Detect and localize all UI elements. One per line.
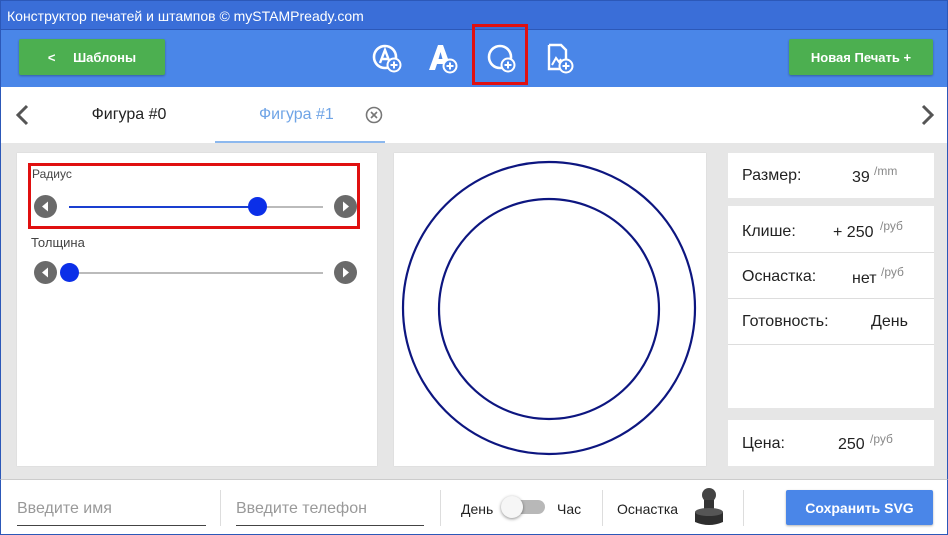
equipment-option-label: Оснастка — [617, 501, 679, 517]
details-card: Клише: + 250 /руб Оснастка: нет /руб Гот… — [728, 206, 934, 408]
thickness-slider-thumb[interactable] — [60, 263, 79, 282]
triangle-right-icon — [343, 267, 349, 278]
size-card: Размер: 39 /mm — [728, 153, 934, 198]
thickness-increase-button[interactable] — [334, 261, 357, 284]
toggle-hour-label: Час — [557, 501, 582, 517]
divider — [220, 490, 221, 526]
cliche-label: Клише: — [742, 223, 796, 240]
price-card: Цена: 250 /руб — [728, 420, 934, 466]
back-arrow: < — [47, 49, 56, 65]
inner-circle[interactable] — [437, 197, 661, 421]
delivery-toggle-knob[interactable] — [501, 496, 523, 518]
phone-input[interactable] — [236, 492, 424, 526]
readiness-value: День — [871, 313, 908, 330]
divider — [728, 344, 934, 345]
outer-circle — [401, 160, 697, 456]
stamp-handle-icon[interactable] — [689, 485, 729, 531]
templates-button[interactable]: < Шаблоны — [19, 39, 165, 75]
templates-label: Шаблоны — [73, 49, 137, 65]
add-circle-text-icon[interactable] — [370, 41, 404, 75]
triangle-left-icon — [42, 267, 48, 278]
divider — [440, 490, 441, 526]
highlight-frame — [472, 24, 528, 85]
add-image-icon[interactable] — [542, 41, 576, 75]
price-unit: /руб — [870, 432, 893, 446]
thickness-decrease-button[interactable] — [34, 261, 57, 284]
bottom-bar: День Час Оснастка Сохранить SVG — [0, 479, 948, 535]
figure-tabs: Фигура #0 Фигура #1 — [0, 87, 948, 143]
toggle-day-label: День — [461, 501, 494, 517]
size-unit: /mm — [874, 164, 898, 178]
price-value: 250 — [838, 436, 865, 453]
name-input[interactable] — [17, 492, 206, 526]
size-label: Размер: — [742, 167, 802, 184]
save-svg-button[interactable]: Сохранить SVG — [786, 490, 933, 525]
new-stamp-button[interactable]: Новая Печать + — [789, 39, 933, 75]
price-label: Цена: — [742, 435, 785, 452]
readiness-label: Готовность: — [742, 313, 829, 330]
cliche-value: + 250 — [833, 224, 874, 241]
readiness-row: Готовность: День — [728, 298, 934, 343]
stamp-preview — [401, 160, 697, 456]
chevron-right-icon[interactable] — [915, 101, 939, 129]
tab-figure-1[interactable]: Фигура #1 — [215, 87, 385, 143]
thickness-slider[interactable] — [60, 263, 323, 282]
cliche-unit: /руб — [880, 219, 903, 233]
stamp-preview-panel — [394, 153, 706, 466]
chevron-left-icon[interactable] — [11, 101, 35, 129]
equipment-unit: /руб — [881, 265, 904, 279]
close-icon[interactable] — [365, 106, 383, 124]
equipment-value: нет — [852, 270, 877, 287]
equipment-row: Оснастка: нет /руб — [728, 252, 934, 297]
tab-figure-0[interactable]: Фигура #0 — [61, 87, 197, 143]
size-value: 39 — [852, 169, 870, 186]
cliche-row: Клише: + 250 /руб — [728, 206, 934, 251]
highlight-frame — [28, 163, 360, 229]
equipment-label: Оснастка: — [742, 268, 817, 285]
thickness-label: Толщина — [31, 235, 85, 250]
add-text-icon[interactable] — [425, 41, 459, 75]
divider — [602, 490, 603, 526]
tab-figure-1-label: Фигура #1 — [259, 106, 334, 123]
divider — [743, 490, 744, 526]
